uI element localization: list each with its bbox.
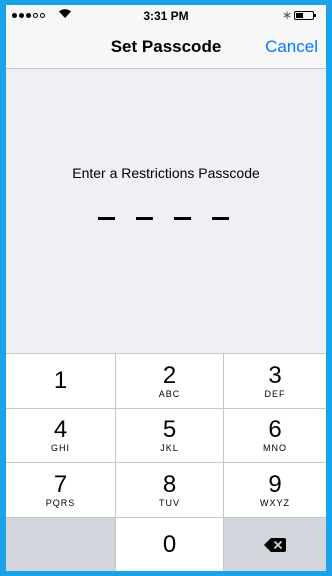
numeric-keypad: 1 2 ABC 3 DEF 4 GHI 5 JKL 6 MNO 7 PQRS 8… <box>6 353 326 571</box>
key-6[interactable]: 6 MNO <box>224 408 326 462</box>
key-number: 9 <box>268 470 282 498</box>
key-number: 5 <box>162 416 177 443</box>
passcode-field <box>98 217 229 220</box>
key-letters: DEF <box>264 388 286 399</box>
key-number: 3 <box>268 361 282 389</box>
delete-button[interactable] <box>224 517 326 571</box>
key-letters: ABC <box>158 388 181 399</box>
key-letters: GHI <box>50 443 70 453</box>
key-4[interactable]: 4 GHI <box>6 408 116 462</box>
battery-icon <box>294 11 316 20</box>
key-number: 4 <box>53 416 68 443</box>
passcode-digit-slot <box>174 217 191 220</box>
key-7[interactable]: 7 PQRS <box>6 462 116 517</box>
backspace-icon <box>264 537 286 552</box>
key-number: 1 <box>53 367 68 394</box>
key-number: 8 <box>162 470 177 498</box>
passcode-digit-slot <box>98 217 115 220</box>
key-9[interactable]: 9 WXYZ <box>224 462 326 517</box>
key-letters: TUV <box>159 497 180 508</box>
navigation-bar: Set Passcode Cancel <box>6 25 326 69</box>
key-number: 2 <box>162 361 177 389</box>
key-number: 6 <box>268 416 282 443</box>
key-3[interactable]: 3 DEF <box>224 353 326 408</box>
cancel-button[interactable]: Cancel <box>265 37 318 57</box>
passcode-digit-slot <box>212 217 229 220</box>
key-5[interactable]: 5 JKL <box>116 408 224 462</box>
blank-key <box>6 517 116 571</box>
passcode-digit-slot <box>136 217 153 220</box>
key-letters: JKL <box>160 443 179 453</box>
key-0[interactable]: 0 <box>116 517 224 571</box>
passcode-prompt: Enter a Restrictions Passcode <box>72 165 260 181</box>
key-letters: MNO <box>263 443 287 453</box>
key-1[interactable]: 1 <box>6 353 116 408</box>
bluetooth-icon: ∗ <box>282 8 293 22</box>
battery-level <box>296 13 303 18</box>
status-bar: 3:31 PM ∗ <box>6 5 326 25</box>
screen: 3:31 PM ∗ Set Passcode Cancel Enter a Re… <box>6 5 326 571</box>
key-2[interactable]: 2 ABC <box>116 353 224 408</box>
device-frame: 3:31 PM ∗ Set Passcode Cancel Enter a Re… <box>0 0 332 576</box>
status-time: 3:31 PM <box>143 9 189 23</box>
key-number: 7 <box>53 470 68 498</box>
key-8[interactable]: 8 TUV <box>116 462 224 517</box>
key-letters: PQRS <box>45 497 76 508</box>
key-number: 0 <box>162 530 177 558</box>
key-letters: WXYZ <box>260 497 290 508</box>
